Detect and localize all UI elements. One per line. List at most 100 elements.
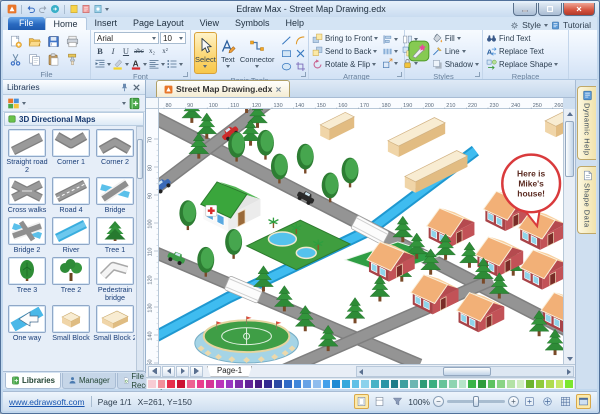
panel-tab-dynamic-help[interactable]: Dynamic Help bbox=[577, 86, 596, 160]
format-painter-icon[interactable] bbox=[66, 53, 79, 66]
select-tool-button[interactable]: Select bbox=[194, 32, 217, 74]
palette-swatch[interactable] bbox=[186, 379, 196, 389]
align-button[interactable] bbox=[382, 34, 398, 45]
palette-swatch[interactable] bbox=[370, 379, 380, 389]
palette-swatch[interactable] bbox=[215, 379, 225, 389]
document-tab[interactable]: Street Map Drawing.edx bbox=[156, 80, 290, 97]
palette-swatch[interactable] bbox=[564, 379, 574, 389]
undo-icon[interactable] bbox=[26, 4, 36, 14]
tutorial-button[interactable]: Tutorial bbox=[563, 20, 591, 30]
last-page-button[interactable] bbox=[190, 366, 203, 377]
highlight-icon[interactable] bbox=[112, 58, 124, 70]
vertical-scrollbar[interactable] bbox=[563, 109, 575, 364]
fill-button[interactable]: Fill bbox=[432, 32, 479, 44]
quick-doc2-icon[interactable] bbox=[81, 4, 91, 14]
distribute-button[interactable] bbox=[382, 46, 398, 57]
libraries-scrollbar-thumb[interactable] bbox=[137, 139, 143, 179]
page-break-view-button[interactable] bbox=[372, 394, 387, 409]
minimize-button[interactable] bbox=[513, 3, 537, 16]
library-item-pedestrain-bridge[interactable]: Pedestrain bridge bbox=[93, 257, 135, 302]
send-to-back-button[interactable]: Send to Back bbox=[312, 45, 378, 57]
palette-swatch[interactable] bbox=[166, 379, 176, 389]
tab-insert[interactable]: Insert bbox=[87, 17, 126, 30]
find-text-button[interactable]: Find Text bbox=[486, 32, 558, 44]
tab-home[interactable]: Home bbox=[45, 17, 87, 30]
fit-page-button[interactable] bbox=[522, 394, 537, 409]
library-item-river[interactable]: River bbox=[49, 217, 93, 254]
palette-swatch[interactable] bbox=[390, 379, 400, 389]
arc-tool-icon[interactable] bbox=[295, 35, 306, 46]
library-item-corner-2[interactable]: Corner 2 bbox=[93, 129, 135, 174]
gear-icon[interactable] bbox=[510, 21, 519, 30]
palette-swatch[interactable] bbox=[263, 379, 273, 389]
line-tool-icon[interactable] bbox=[281, 35, 292, 46]
palette-swatch[interactable] bbox=[196, 379, 206, 389]
library-search-area[interactable] bbox=[28, 97, 120, 109]
palette-swatch[interactable] bbox=[322, 379, 332, 389]
palette-swatch[interactable] bbox=[409, 379, 419, 389]
scroll-down-icon[interactable] bbox=[567, 357, 573, 361]
edrawsoft-link[interactable]: www.edrawsoft.com bbox=[9, 397, 85, 407]
align-text-icon[interactable] bbox=[148, 58, 160, 70]
palette-swatch[interactable] bbox=[283, 379, 293, 389]
palette-swatch[interactable] bbox=[351, 379, 361, 389]
palette-swatch[interactable] bbox=[205, 379, 215, 389]
zoom-slider-thumb[interactable] bbox=[473, 396, 479, 407]
library-item-corner-1[interactable]: Corner 1 bbox=[49, 129, 93, 174]
scroll-left-icon[interactable] bbox=[359, 369, 363, 375]
sidebar-tab-libraries[interactable]: Libraries bbox=[5, 373, 61, 389]
pan-button[interactable] bbox=[540, 394, 555, 409]
open-icon[interactable] bbox=[28, 35, 41, 48]
bring-to-front-button[interactable]: Bring to Front bbox=[312, 32, 378, 44]
library-list-dropdown-icon[interactable] bbox=[122, 102, 126, 105]
list-icon[interactable] bbox=[166, 58, 178, 70]
palette-swatch[interactable] bbox=[458, 379, 468, 389]
zoom-out-button[interactable]: − bbox=[433, 396, 444, 407]
crop-tool-icon[interactable] bbox=[295, 61, 306, 72]
library-item-tree-2[interactable]: Tree 2 bbox=[49, 257, 93, 302]
fullscreen-button[interactable] bbox=[576, 394, 591, 409]
tab-view[interactable]: View bbox=[192, 17, 227, 30]
quick-doc-icon[interactable] bbox=[69, 4, 79, 14]
maximize-button[interactable] bbox=[538, 3, 562, 16]
horizontal-scrollbar-thumb[interactable] bbox=[443, 367, 491, 376]
style-button[interactable]: Style bbox=[522, 20, 541, 30]
palette-swatch[interactable] bbox=[545, 379, 555, 389]
print-icon[interactable] bbox=[66, 35, 79, 48]
copy-icon[interactable] bbox=[28, 53, 41, 66]
palette-swatch[interactable] bbox=[428, 379, 438, 389]
panel-close-icon[interactable] bbox=[132, 83, 141, 92]
palette-swatch[interactable] bbox=[157, 379, 167, 389]
libraries-scrollbar[interactable] bbox=[136, 126, 144, 371]
next-page-button[interactable] bbox=[176, 366, 189, 377]
connector-tool-button[interactable]: Connector bbox=[239, 32, 276, 74]
save-icon[interactable] bbox=[47, 35, 60, 48]
palette-swatch[interactable] bbox=[516, 379, 526, 389]
palette-swatch[interactable] bbox=[176, 379, 186, 389]
palette-swatch[interactable] bbox=[525, 379, 535, 389]
palette-swatch[interactable] bbox=[448, 379, 458, 389]
library-item-tree-3[interactable]: Tree 3 bbox=[5, 257, 49, 302]
scroll-right-icon[interactable] bbox=[567, 369, 571, 375]
horizontal-scrollbar[interactable] bbox=[356, 366, 574, 377]
superscript-button[interactable]: x² bbox=[159, 45, 171, 57]
italic-button[interactable]: I bbox=[107, 45, 119, 57]
palette-swatch[interactable] bbox=[467, 379, 477, 389]
subscript-button[interactable]: x₂ bbox=[146, 45, 158, 57]
library-item-bridge-2[interactable]: Bridge 2 bbox=[5, 217, 49, 254]
tab-file[interactable]: File bbox=[8, 17, 45, 30]
arrange-dialog-launcher[interactable] bbox=[397, 72, 402, 77]
rectangle-tool-icon[interactable] bbox=[281, 48, 292, 59]
underline-button[interactable]: U bbox=[120, 45, 132, 57]
replace-text-button[interactable]: AReplace Text bbox=[486, 45, 558, 57]
palette-swatch[interactable] bbox=[331, 379, 341, 389]
library-picker-dropdown-icon[interactable] bbox=[22, 102, 26, 105]
text-tool-button[interactable]: Text bbox=[219, 32, 237, 74]
font-family-select[interactable]: Arial bbox=[94, 32, 159, 44]
library-item-cross-walks[interactable]: Cross walks bbox=[5, 177, 49, 214]
palette-swatch[interactable] bbox=[293, 379, 303, 389]
palette-swatch[interactable] bbox=[341, 379, 351, 389]
navigate-icon[interactable] bbox=[50, 4, 60, 14]
font-size-select[interactable]: 10 bbox=[160, 32, 186, 44]
styles-dialog-launcher[interactable] bbox=[475, 72, 480, 77]
